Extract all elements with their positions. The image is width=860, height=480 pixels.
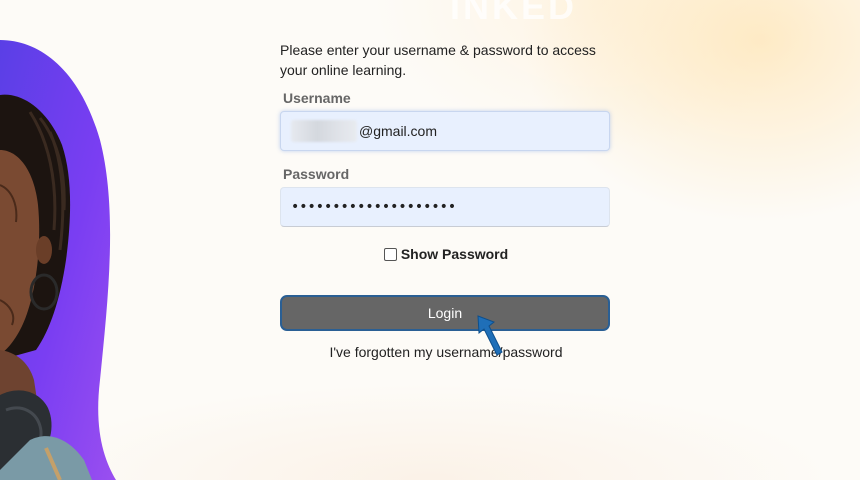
login-instructions: Please enter your username & password to… [280,42,596,78]
show-password-checkbox[interactable] [383,247,397,261]
show-password-label[interactable]: Show Password [401,246,508,262]
background-watermark-text: INKED [450,0,578,27]
username-label: Username [283,90,351,106]
redacted-email-prefix [291,120,357,142]
password-input[interactable]: •••••••••••••••••••• [280,187,610,227]
login-button[interactable]: Login [280,295,610,331]
username-value: @gmail.com [359,123,438,139]
hero-image [0,0,140,480]
annotation-arrow-icon [474,312,508,358]
login-form: Please enter your username & password to… [280,40,612,360]
show-password-row: Show Password [280,246,612,262]
forgot-credentials-link[interactable]: I've forgotten my username/password [280,344,612,360]
password-value: •••••••••••••••••••• [291,199,457,215]
username-input[interactable]: @gmail.com [280,111,610,151]
password-label: Password [283,166,350,182]
